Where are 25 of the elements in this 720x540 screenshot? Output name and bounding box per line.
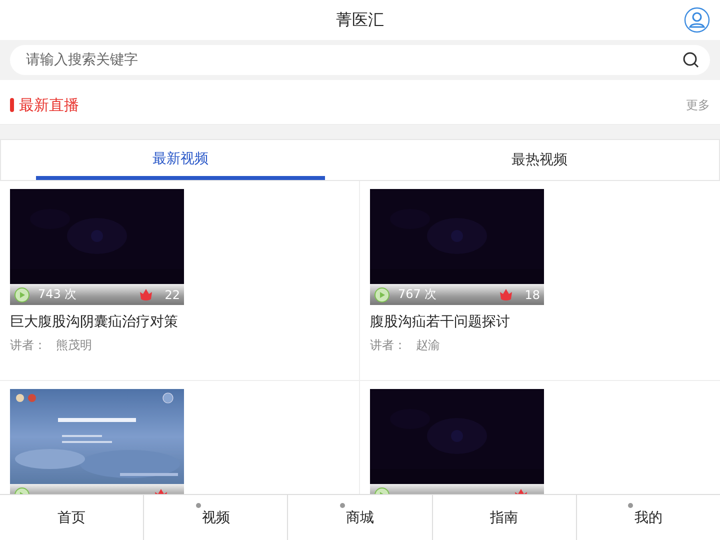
video-title[interactable]: 巨大腹股沟阴囊疝治疗对策	[10, 313, 349, 331]
nav-tab[interactable]: 首页	[0, 495, 144, 540]
view-count: 767 次	[398, 286, 438, 303]
tab[interactable]: 最新视频	[36, 140, 325, 180]
play-icon	[374, 286, 390, 302]
section-marker	[10, 98, 14, 112]
nav-tab[interactable]: 指南	[432, 495, 577, 540]
speaker-name: 赵渝	[416, 337, 440, 354]
nav-tab[interactable]: 我的	[576, 495, 720, 540]
nav-tab[interactable]: 视频	[144, 495, 288, 540]
like-count: 22	[164, 288, 180, 302]
speaker-label: 讲者：	[370, 337, 406, 354]
speaker-label: 讲者：	[10, 337, 46, 354]
app-title: 菁医汇	[336, 10, 384, 30]
nav-tab[interactable]: 商城	[288, 495, 433, 540]
user-icon[interactable]	[684, 7, 710, 33]
view-count: 743 次	[38, 286, 78, 303]
like-count: 18	[524, 288, 540, 302]
section-title: 最新直播	[19, 96, 80, 114]
video-title[interactable]: 腹股沟疝若干问题探讨	[370, 313, 710, 331]
search-icon[interactable]	[682, 51, 700, 69]
search-field[interactable]: 请输入搜索关键字	[10, 45, 710, 75]
play-icon	[14, 286, 30, 302]
speaker-name: 熊茂明	[56, 337, 92, 354]
tab[interactable]: 最热视频	[360, 140, 719, 180]
